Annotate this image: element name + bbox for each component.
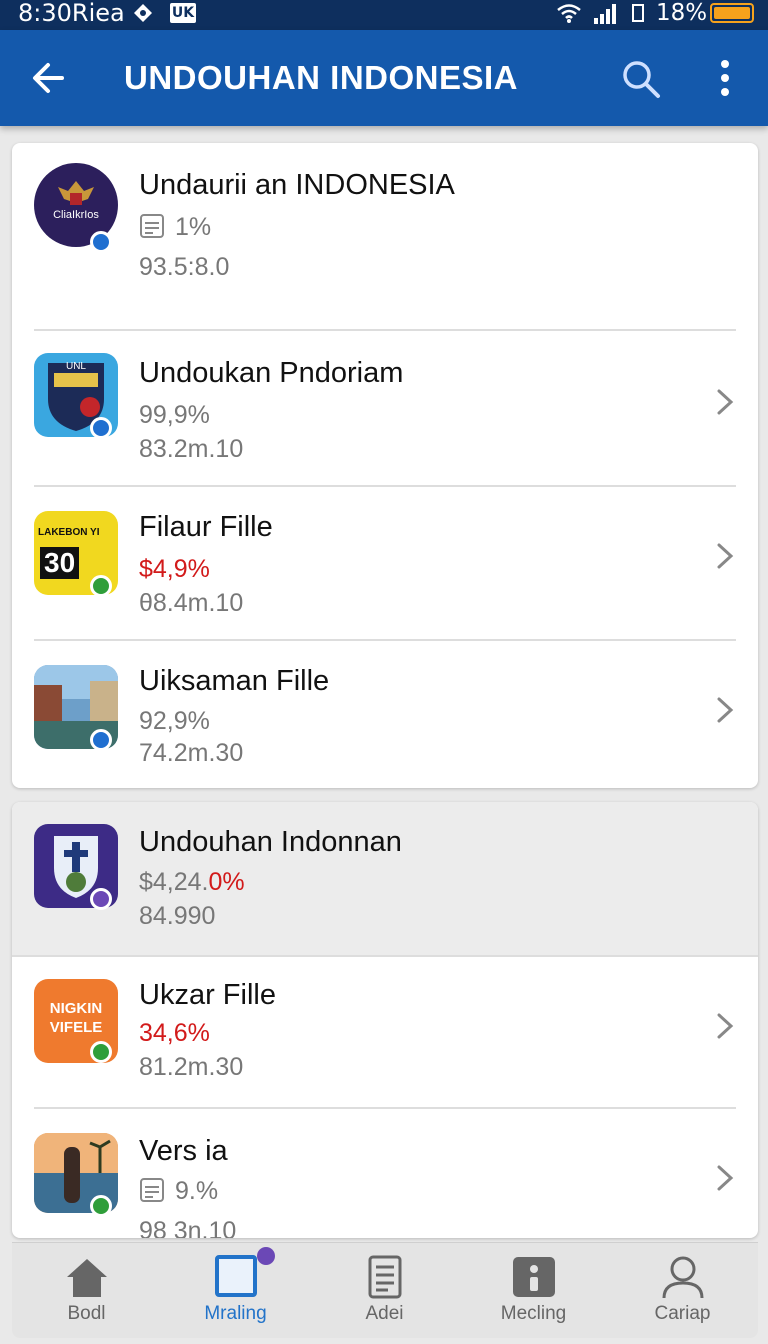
chevron-right-icon[interactable] <box>714 695 736 725</box>
more-vert-icon[interactable] <box>712 58 738 100</box>
item-size: 83.2m.10 <box>139 435 244 463</box>
thumb-caption: UNL <box>65 361 86 372</box>
thumb-caption: LAKEBON YI <box>38 527 100 538</box>
nav-label: Mraling <box>204 1303 267 1324</box>
signal-icon <box>594 4 616 24</box>
item-size: 74.2m.30 <box>139 739 244 767</box>
source-badge-icon <box>90 575 112 597</box>
list-item[interactable]: Vers ia 9.% 98 3n.10 <box>12 1109 758 1238</box>
source-badge-icon <box>90 231 112 253</box>
item-percent: 34,6% <box>139 1019 210 1047</box>
sim-icon <box>632 4 644 22</box>
list-item[interactable]: Undouhan Indonnan $4,24.0% 84.990 <box>12 802 758 956</box>
item-percent-line: 1% <box>139 213 211 242</box>
item-name: Undouhan Indonnan <box>139 826 402 858</box>
item-size: θ8.4m.10 <box>139 589 244 617</box>
document-icon <box>368 1255 401 1299</box>
file-icon <box>140 214 164 238</box>
list-item[interactable]: NIGKIN VIFELE Ukzar Fille 34,6% 81.2m.30 <box>12 957 758 1107</box>
item-size: 84.990 <box>139 902 216 930</box>
nav-item-adei[interactable]: Adei <box>310 1243 459 1339</box>
source-badge-icon <box>90 1195 112 1217</box>
nav-label: Cariap <box>654 1303 711 1324</box>
file-icon <box>140 1178 164 1202</box>
item-name: Undaurii an INDONESIA <box>139 169 455 201</box>
bottom-navigation: Bodl Mraling Adei Mecling Cariap <box>12 1242 758 1338</box>
nav-item-mraling[interactable]: Mraling <box>161 1243 310 1339</box>
item-size: 93.5:8.0 <box>139 253 230 281</box>
item-percent-line: $4,24.0% <box>139 868 245 897</box>
list-item[interactable]: Uiksaman Fille 92,9% 74.2m.30 <box>12 641 758 788</box>
status-bar: 8:30Riea UK 18% <box>0 0 768 30</box>
source-badge-icon <box>90 729 112 751</box>
person-icon <box>662 1256 703 1299</box>
back-arrow-icon[interactable] <box>28 58 68 98</box>
item-percent: 99,9% <box>139 401 210 429</box>
nav-item-bodl[interactable]: Bodl <box>12 1243 161 1339</box>
source-badge-icon <box>90 417 112 439</box>
wifi-icon <box>557 4 581 23</box>
nav-item-cariap[interactable]: Cariap <box>608 1243 757 1339</box>
thumb-number: 30 <box>40 547 80 579</box>
item-percent: 9.% <box>175 1177 219 1205</box>
thumb-caption: CliaIkrIos <box>53 209 99 221</box>
nav-label: Bodl <box>67 1303 106 1324</box>
chevron-right-icon[interactable] <box>714 1011 736 1041</box>
page-title: UNDOUHAN INDONESIA <box>124 59 519 96</box>
source-badge-icon <box>90 1041 112 1063</box>
info-icon <box>512 1257 555 1297</box>
item-name: Undoukan Pndoriam <box>139 357 404 389</box>
item-name: Uiksaman Fille <box>139 665 330 697</box>
item-size: 81.2m.30 <box>139 1053 244 1081</box>
source-badge-icon <box>90 888 112 910</box>
list-item[interactable]: CliaIkrIos Undaurii an INDONESIA 1% 93.5… <box>12 143 758 329</box>
app-badge-icon: UK <box>170 3 196 23</box>
battery-fill <box>714 7 750 19</box>
notification-icon <box>134 4 152 22</box>
download-list-secondary: Undouhan Indonnan $4,24.0% 84.990 NIGKIN… <box>12 802 758 1238</box>
home-icon <box>66 1259 107 1297</box>
battery-percent: 18% <box>656 0 708 26</box>
list-item[interactable]: UNL Undoukan Pndoriam 99,9% 83.2m.10 <box>12 331 758 485</box>
notification-dot <box>257 1247 275 1265</box>
list-item[interactable]: LAKEBON YI 30 Filaur Fille $4,9% θ8.4m.1… <box>12 487 758 639</box>
item-name: Filaur Fille <box>139 511 273 543</box>
search-icon[interactable] <box>620 58 662 100</box>
thumb-caption: NIGKIN VIFELE <box>49 1000 103 1036</box>
item-percent-line: 9.% <box>139 1177 218 1206</box>
nav-label: Mecling <box>500 1303 567 1324</box>
status-time: 8:30Riea <box>18 0 125 27</box>
item-size: 98 3n.10 <box>139 1217 237 1238</box>
item-name: Vers ia <box>139 1135 228 1167</box>
nav-item-mecling[interactable]: Mecling <box>459 1243 608 1339</box>
item-percent-suffix: 0% <box>208 868 245 896</box>
battery-icon <box>710 3 754 23</box>
app-bar: UNDOUHAN INDONESIA <box>0 30 768 126</box>
square-icon <box>214 1255 257 1297</box>
item-percent: $4,9% <box>139 555 210 583</box>
chevron-right-icon[interactable] <box>714 387 736 417</box>
item-percent: 1% <box>175 213 212 241</box>
item-percent-prefix: $4,24. <box>139 868 209 896</box>
item-name: Ukzar Fille <box>139 979 276 1011</box>
download-list-primary: CliaIkrIos Undaurii an INDONESIA 1% 93.5… <box>12 143 758 788</box>
nav-label: Adei <box>365 1303 404 1324</box>
item-percent: 92,9% <box>139 707 210 735</box>
chevron-right-icon[interactable] <box>714 541 736 571</box>
chevron-right-icon[interactable] <box>714 1163 736 1193</box>
